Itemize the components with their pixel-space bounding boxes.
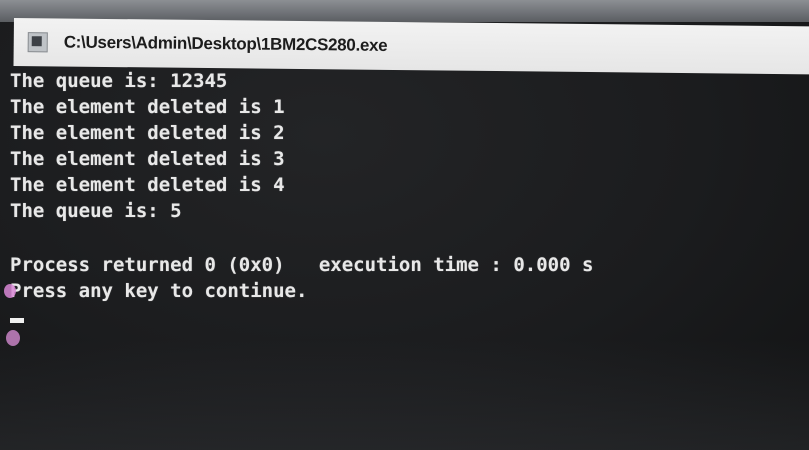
console-app-icon [27, 32, 48, 53]
console-line: The element deleted is 3 [10, 148, 285, 170]
screen-glare-spot [6, 330, 20, 346]
console-line-press-any-key: Press any key to continue. [10, 280, 308, 302]
screen-glare-spot [4, 284, 16, 298]
photo-of-screen: C:\Users\Admin\Desktop\1BM2CS280.exe The… [0, 0, 809, 450]
console-output-area[interactable]: The queue is: 12345 The element deleted … [0, 66, 809, 450]
console-line-process-returned: Process returned 0 (0x0) execution time … [10, 254, 594, 276]
window-title: C:\Users\Admin\Desktop\1BM2CS280.exe [63, 32, 388, 55]
console-line: The queue is: 5 [10, 200, 182, 222]
console-line: The queue is: 12345 [10, 70, 228, 92]
console-line: The element deleted is 4 [10, 174, 285, 196]
text-cursor [10, 318, 24, 323]
console-line: The element deleted is 1 [10, 96, 285, 118]
console-line: The element deleted is 2 [10, 122, 285, 144]
